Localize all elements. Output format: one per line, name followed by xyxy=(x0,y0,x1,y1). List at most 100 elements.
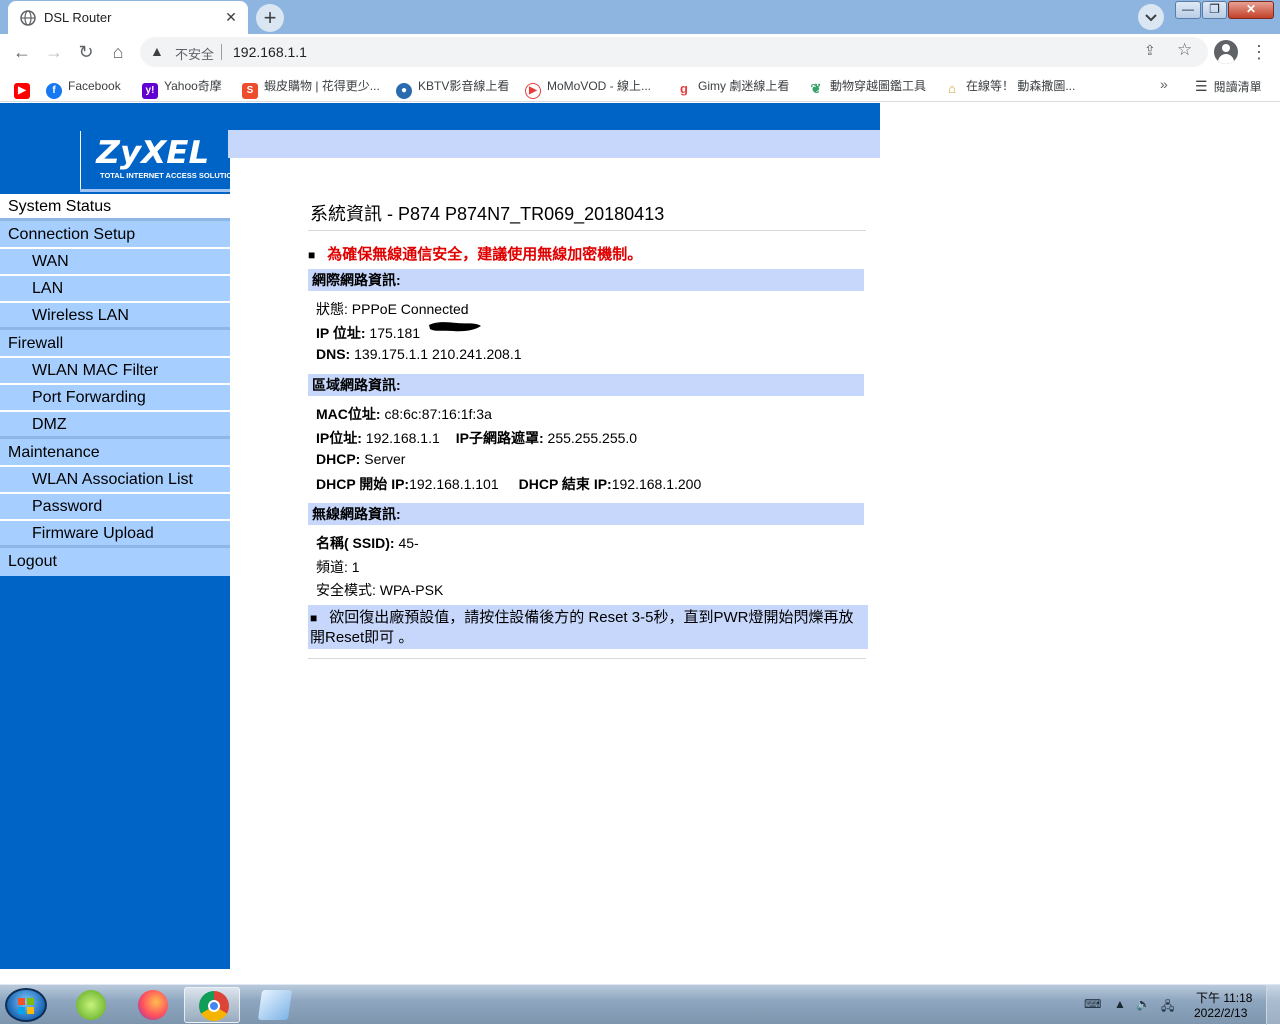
bullet-icon: ■ xyxy=(310,611,318,625)
window-app-icon xyxy=(257,990,293,1020)
url-text[interactable]: 192.168.1.1 xyxy=(233,44,307,60)
logo-divider xyxy=(80,189,230,192)
nav-connection-setup[interactable]: Connection Setup xyxy=(0,221,230,249)
reading-list-button[interactable]: ☰ 閱讀清單 xyxy=(1195,76,1262,97)
back-arrow-icon[interactable]: ← xyxy=(10,40,34,64)
browser-tab[interactable]: DSL Router ✕ xyxy=(8,1,248,34)
subnet-mask-value: 255.255.255.0 xyxy=(547,430,638,446)
bookmark-acnh-map[interactable]: ⌂ 在線等！ 動森撒圖... xyxy=(944,76,1075,97)
nav-password[interactable]: Password xyxy=(0,494,230,521)
tab-strip: DSL Router ✕ + — ❐ ✕ xyxy=(0,0,1280,34)
nav-maintenance[interactable]: Maintenance xyxy=(0,439,230,467)
tray-expand-icon[interactable]: ▲ xyxy=(1114,997,1126,1011)
tab-close-button[interactable]: ✕ xyxy=(222,8,240,26)
chrome-icon xyxy=(199,991,229,1021)
shopee-icon: S xyxy=(242,83,258,99)
taskbar-app-sync[interactable] xyxy=(62,987,118,1023)
nav-port-forwarding[interactable]: Port Forwarding xyxy=(0,385,230,412)
bookmark-gimy[interactable]: g Gimy 劇迷線上看 xyxy=(676,76,789,97)
nav-firewall[interactable]: Firewall xyxy=(0,330,230,358)
profile-avatar-icon[interactable] xyxy=(1214,40,1238,64)
bookmark-yahoo[interactable]: y! Yahoo奇摩 xyxy=(142,76,222,99)
speaker-icon[interactable]: 🔈 xyxy=(1136,997,1151,1011)
forward-arrow-icon[interactable]: → xyxy=(42,40,66,64)
chevron-down-icon xyxy=(1145,14,1157,22)
nav-firmware-upload[interactable]: Firmware Upload xyxy=(0,521,230,548)
kebab-menu-icon[interactable]: ⋮ xyxy=(1249,40,1269,64)
bookmark-kbtv[interactable]: ● KBTV影音線上看 xyxy=(396,76,509,99)
window-close-button[interactable]: ✕ xyxy=(1228,1,1274,19)
bookmark-facebook[interactable]: f Facebook xyxy=(46,76,121,99)
nav-wan[interactable]: WAN xyxy=(0,249,230,276)
mac-value: c8:6c:87:16:1f:3a xyxy=(384,406,492,422)
tab-search-button[interactable] xyxy=(1138,4,1164,30)
network-icon[interactable]: 🖧 xyxy=(1161,997,1174,1018)
bookmark-animal-crossing[interactable]: ❦ 動物穿越圖鑑工具 xyxy=(808,76,926,97)
reload-icon[interactable]: ↻ xyxy=(74,40,98,64)
clock-date[interactable]: 2022/2/13 xyxy=(1194,1006,1247,1020)
logo-tagline: TOTAL INTERNET ACCESS SOLUTION xyxy=(100,171,238,180)
wan-status-value: PPPoE Connected xyxy=(351,301,469,317)
tab-title: DSL Router xyxy=(44,10,112,25)
nav-logout[interactable]: Logout xyxy=(0,548,230,576)
leaf-icon: ❦ xyxy=(808,81,824,97)
start-button[interactable] xyxy=(5,988,47,1022)
more-bookmarks-button[interactable]: » xyxy=(1160,76,1168,92)
lan-ip-value: 192.168.1.1 xyxy=(365,430,440,446)
channel-value: 1 xyxy=(351,559,360,575)
nav-dmz[interactable]: DMZ xyxy=(0,412,230,439)
bullet-icon: ■ xyxy=(308,248,316,262)
new-tab-button[interactable]: + xyxy=(256,4,284,32)
sidebar-nav: System Status Connection Setup WAN LAN W… xyxy=(0,194,230,576)
not-secure-label[interactable]: 不安全 xyxy=(175,44,214,63)
taskbar-window[interactable] xyxy=(246,987,302,1023)
house-icon: ⌂ xyxy=(944,81,960,97)
warning-icon[interactable]: ▲ xyxy=(150,43,164,59)
window-restore-button[interactable]: ❐ xyxy=(1202,1,1227,19)
gimy-icon: g xyxy=(676,81,692,97)
taskbar-chrome[interactable] xyxy=(184,987,240,1023)
bookmark-shopee[interactable]: S 蝦皮購物 | 花得更少... xyxy=(242,76,380,99)
address-bar[interactable]: ▲ 不安全 192.168.1.1 ⇪ ☆ xyxy=(140,37,1208,67)
dhcp-range-row: DHCP 開始 IP:192.168.1.101 DHCP 結束 IP:192.1… xyxy=(316,476,702,492)
reset-note: ■ 欲回復出廠預設值，請按住設備後方的 Reset 3-5秒，直到PWR燈開始閃爍… xyxy=(308,605,868,649)
keyboard-icon[interactable]: ⌨ xyxy=(1084,997,1101,1011)
nav-system-status[interactable]: System Status xyxy=(0,194,230,221)
nav-wlan-association-list[interactable]: WLAN Association List xyxy=(0,467,230,494)
sync-app-icon xyxy=(76,990,106,1020)
play-circle-icon: ▶ xyxy=(525,83,541,99)
channel-row: 頻道: 1 xyxy=(316,559,360,575)
wireless-section-heading: 無線網路資訊: xyxy=(308,503,864,525)
security-mode-row: 安全模式: WPA-PSK xyxy=(316,582,444,598)
home-icon[interactable]: ⌂ xyxy=(106,40,130,64)
internet-section-heading: 網際網路資訊: xyxy=(308,269,864,291)
bookmark-star-icon[interactable]: ☆ xyxy=(1177,40,1192,60)
yahoo-icon: y! xyxy=(142,83,158,99)
taskbar: ⌨ ▲ 🔈 🖧 下午 11:18 2022/2/13 xyxy=(0,984,1280,1025)
taskbar-firefox[interactable] xyxy=(124,987,180,1023)
facebook-icon: f xyxy=(46,83,62,99)
zyxel-logo: ZyXEL TOTAL INTERNET ACCESS SOLUTION xyxy=(80,131,238,189)
firefox-icon xyxy=(138,990,168,1020)
mac-row: MAC位址: c8:6c:87:16:1f:3a xyxy=(316,406,492,422)
router-page: ZyXEL TOTAL INTERNET ACCESS SOLUTION Sys… xyxy=(0,103,1280,984)
title-divider xyxy=(308,230,866,231)
bookmarks-bar: ▶ f Facebook y! Yahoo奇摩 S 蝦皮購物 | 花得更少... ● K… xyxy=(0,70,1280,102)
bookmark-youtube[interactable]: ▶ xyxy=(14,76,36,99)
nav-wireless-lan[interactable]: Wireless LAN xyxy=(0,303,230,330)
window-minimize-button[interactable]: — xyxy=(1175,1,1201,19)
ssid-value: 45- xyxy=(398,535,419,551)
redaction-scribble xyxy=(429,322,481,332)
nav-wlan-mac-filter[interactable]: WLAN MAC Filter xyxy=(0,358,230,385)
wan-ip-value: 175.181 xyxy=(369,325,421,341)
clock-time[interactable]: 下午 11:18 xyxy=(1196,989,1252,1006)
share-icon[interactable]: ⇪ xyxy=(1144,42,1156,59)
nav-lan[interactable]: LAN xyxy=(0,276,230,303)
show-desktop-button[interactable] xyxy=(1266,985,1280,1025)
logo-brand: ZyXEL xyxy=(96,135,210,171)
lan-ip-row: IP位址: 192.168.1.1 IP子網路遮罩: 255.255.255.0 xyxy=(316,430,638,446)
wan-ip-row: IP 位址: 175.181 xyxy=(316,322,481,343)
dhcp-row: DHCP: Server xyxy=(316,451,406,467)
bookmark-momovod[interactable]: ▶ MoMoVOD - 線上... xyxy=(525,76,651,99)
kbtv-icon: ● xyxy=(396,83,412,99)
